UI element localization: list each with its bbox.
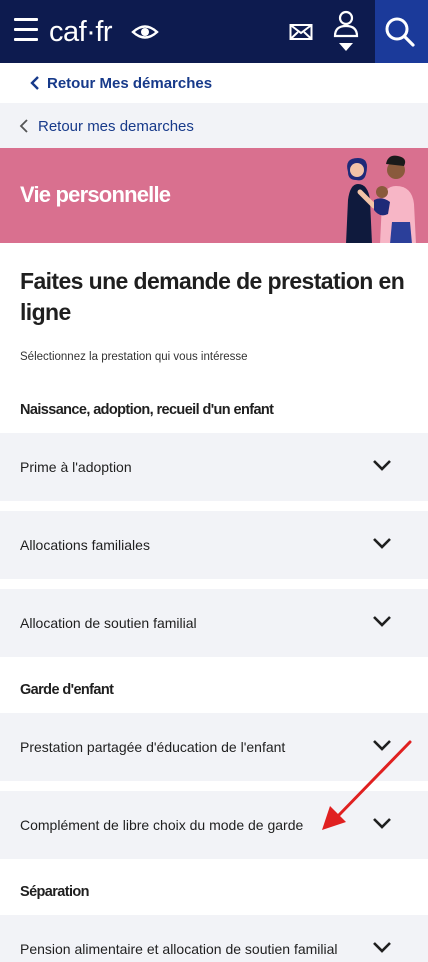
accordion-item-allocations-familiales[interactable]: Allocations familiales xyxy=(0,511,428,579)
mail-icon[interactable] xyxy=(289,22,313,42)
back-link-secondary-label[interactable]: Retour mes demarches xyxy=(38,118,194,135)
accordion-item-allocation-soutien-familial[interactable]: Allocation de soutien familial xyxy=(0,589,428,657)
accordion-item-label: Prestation partagée d'éducation de l'enf… xyxy=(20,739,286,755)
section-banner: Vie personnelle xyxy=(0,148,428,243)
back-link-primary[interactable]: Retour Mes démarches xyxy=(0,63,428,103)
section-title-separation: Séparation xyxy=(20,884,90,900)
red-arrow-annotation xyxy=(322,740,412,830)
page-title: Faites une demande de prestation en lign… xyxy=(20,268,405,325)
chevron-down-icon[interactable] xyxy=(372,536,392,550)
accordion-item-pension-alimentaire[interactable]: Pension alimentaire et allocation de sou… xyxy=(0,915,428,962)
eye-icon[interactable] xyxy=(131,19,159,45)
section-title-garde: Garde d'enfant xyxy=(20,682,114,698)
chevron-down-icon[interactable] xyxy=(372,940,392,954)
chevron-left-icon xyxy=(19,119,28,133)
intro-text: Sélectionnez la prestation qui vous inté… xyxy=(20,351,248,363)
caf-logo[interactable]: caf·fr xyxy=(49,12,113,52)
user-icon[interactable] xyxy=(333,10,359,54)
accordion-item-prime-adoption[interactable]: Prime à l'adoption xyxy=(0,433,428,501)
accordion-item-label: Pension alimentaire et allocation de sou… xyxy=(20,941,338,957)
back-link-primary-label[interactable]: Retour Mes démarches xyxy=(47,75,212,92)
search-button[interactable] xyxy=(375,0,428,63)
top-navigation-bar: caf·fr xyxy=(0,0,428,63)
accordion-item-label: Allocation de soutien familial xyxy=(20,615,197,631)
chevron-down-icon[interactable] xyxy=(372,614,392,628)
chevron-left-icon xyxy=(30,76,39,90)
section-title-naissance: Naissance, adoption, recueil d'un enfant xyxy=(20,402,274,418)
search-icon xyxy=(385,17,415,47)
banner-title: Vie personnelle xyxy=(20,182,171,207)
accordion-item-label: Prime à l'adoption xyxy=(20,459,132,475)
menu-icon[interactable] xyxy=(14,18,38,42)
accordion-item-label: Allocations familiales xyxy=(20,537,150,553)
back-link-secondary[interactable]: Retour mes demarches xyxy=(0,103,428,148)
family-illustration xyxy=(346,155,416,243)
chevron-down-icon[interactable] xyxy=(372,458,392,472)
accordion-item-label: Complément de libre choix du mode de gar… xyxy=(20,817,304,833)
